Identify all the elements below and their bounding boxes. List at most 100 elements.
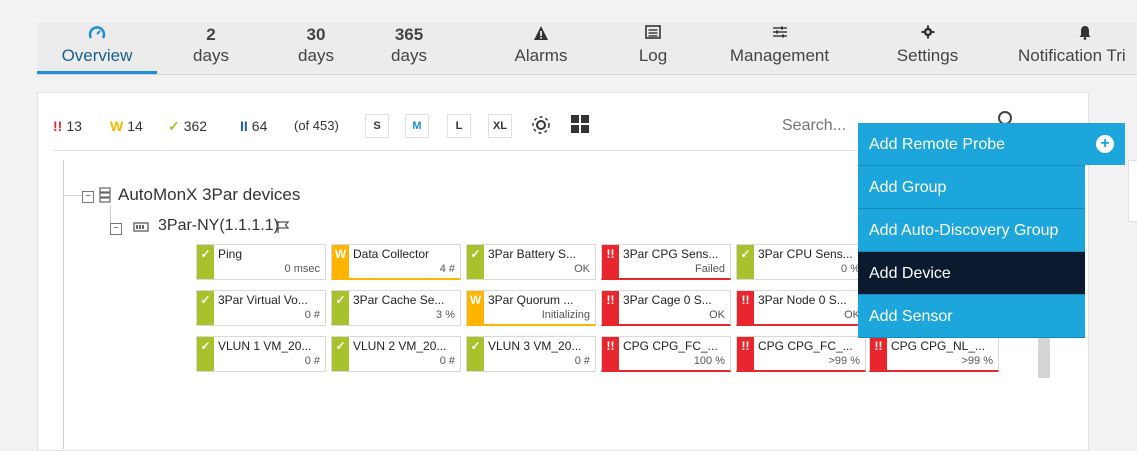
sensor-tile[interactable]: ✓ 3Par CPU Sens... 0 %: [736, 244, 866, 280]
sensor-tile[interactable]: ✓ VLUN 2 VM_20... 0 #: [331, 336, 461, 372]
sensor-value: 0 msec: [284, 263, 320, 275]
error-count-value: 13: [66, 118, 82, 134]
sensor-value: OK: [709, 309, 725, 321]
sensor-name: CPG CPG_FC_...: [758, 339, 853, 353]
sensor-name: VLUN 3 VM_20...: [488, 339, 582, 353]
tab-notification-triggers[interactable]: Notification Tri: [1010, 25, 1137, 75]
tab-log-label: Log: [638, 46, 668, 65]
size-m-button[interactable]: M: [405, 114, 429, 138]
tree-branch-device: [110, 205, 111, 223]
tab-30-days-label: days: [298, 46, 334, 65]
menu-add-remote-probe[interactable]: Add Remote Probe: [858, 123, 1085, 166]
tab-management[interactable]: Management: [722, 25, 837, 75]
total-count: (of 453): [294, 118, 339, 133]
sensor-tile[interactable]: ✓ Ping 0 msec: [196, 244, 326, 280]
add-button[interactable]: +: [1085, 123, 1125, 165]
bell-icon: [1010, 25, 1137, 45]
status-warning-icon: W: [467, 291, 484, 324]
tab-overview-label: Overview: [61, 46, 133, 65]
error-mark-icon: !!: [53, 118, 63, 134]
sensor-tile[interactable]: ✓ VLUN 3 VM_20... 0 #: [466, 336, 596, 372]
active-tab-indicator: [37, 71, 157, 74]
sensor-tile[interactable]: W Data Collector 4 #: [331, 244, 461, 280]
sensor-tile[interactable]: !! 3Par Cage 0 S... OK: [601, 290, 731, 326]
auto-size-icon[interactable]: [530, 114, 552, 136]
tab-settings[interactable]: Settings: [885, 25, 970, 75]
search-input[interactable]: [780, 114, 859, 138]
tab-log[interactable]: Log: [625, 25, 681, 75]
tab-30-days-number: 30: [306, 25, 326, 44]
sensor-tile[interactable]: ✓ 3Par Cache Se... 3 %: [331, 290, 461, 326]
grid-view-icon[interactable]: [570, 114, 592, 136]
size-l-button[interactable]: L: [447, 114, 471, 138]
flag-icon[interactable]: [276, 220, 290, 237]
sensor-value: 3 %: [436, 309, 455, 321]
status-ok-icon: ✓: [197, 245, 214, 279]
status-error-icon: !!: [737, 337, 754, 370]
sensor-value: 0 #: [304, 355, 320, 367]
sensor-name: 3Par CPU Sens...: [758, 247, 853, 261]
tab-settings-label: Settings: [896, 46, 959, 65]
error-count[interactable]: !! 13: [53, 118, 82, 134]
status-ok-icon: ✓: [197, 291, 214, 325]
sensor-name: VLUN 2 VM_20...: [353, 339, 447, 353]
paused-count[interactable]: II 64: [240, 118, 267, 134]
status-warning-icon: W: [332, 245, 349, 278]
menu-add-sensor[interactable]: Add Sensor: [858, 295, 1085, 338]
sensor-tile[interactable]: ✓ 3Par Virtual Vo... 0 #: [196, 290, 326, 326]
right-panel-edge: [1128, 160, 1137, 222]
paused-count-value: 64: [251, 118, 268, 134]
menu-add-group[interactable]: Add Group: [858, 166, 1085, 209]
tab-2-days[interactable]: 2 days: [172, 25, 250, 75]
sensor-name: 3Par Node 0 S...: [758, 293, 847, 307]
tab-30-days[interactable]: 30 days: [277, 25, 355, 75]
sensor-value: 4 #: [439, 263, 455, 275]
sensor-tile[interactable]: !! 3Par Node 0 S... OK: [736, 290, 866, 326]
tab-alarms[interactable]: Alarms: [500, 25, 582, 75]
size-xl-button[interactable]: XL: [488, 114, 512, 138]
sensor-tile[interactable]: !! CPG CPG_FC_... >99 %: [736, 336, 866, 372]
warning-count[interactable]: W 14: [110, 118, 143, 134]
sensor-name: Ping: [218, 247, 243, 261]
tab-management-label: Management: [729, 46, 830, 65]
log-icon: [625, 25, 681, 45]
ok-count[interactable]: ✓ 362: [168, 118, 207, 135]
plus-icon: +: [1096, 135, 1114, 153]
collapse-device-icon[interactable]: −: [110, 223, 122, 235]
group-name[interactable]: AutoMonX 3Par devices: [118, 185, 300, 205]
alert-icon: [500, 25, 582, 45]
sensor-tile[interactable]: W 3Par Quorum ... Initializing: [466, 290, 596, 326]
sensor-value: 0 #: [574, 355, 590, 367]
sensor-name: VLUN 1 VM_20...: [218, 339, 312, 353]
status-ok-icon: ✓: [197, 337, 214, 371]
scrollbar-thumb[interactable]: [1038, 336, 1050, 378]
menu-add-device[interactable]: Add Device: [858, 252, 1085, 295]
sensor-tile[interactable]: !! CPG CPG_NL_... >99 %: [869, 336, 999, 372]
sensor-value: 100 %: [693, 355, 725, 367]
sensor-value: Failed: [695, 263, 725, 275]
tab-365-days-label: days: [391, 46, 427, 65]
size-s-button[interactable]: S: [365, 114, 389, 138]
sensor-tile[interactable]: !! CPG CPG_FC_... 100 %: [601, 336, 731, 372]
tab-notification-triggers-label: Notification Tri: [1018, 46, 1126, 65]
tree-line: [63, 160, 64, 449]
warning-mark-icon: W: [110, 118, 124, 134]
sensor-name: 3Par CPG Sens...: [623, 247, 719, 261]
tab-overview[interactable]: Overview: [52, 25, 142, 75]
sensor-name: 3Par Cage 0 S...: [623, 293, 712, 307]
group-icon: [98, 187, 112, 206]
sensor-value: Initializing: [541, 309, 590, 321]
tab-365-days[interactable]: 365 days: [370, 25, 448, 75]
sensor-tile[interactable]: !! 3Par CPG Sens... Failed: [601, 244, 731, 280]
device-name[interactable]: 3Par-NY(1.1.1.1): [158, 217, 279, 235]
sensor-tile[interactable]: ✓ VLUN 1 VM_20... 0 #: [196, 336, 326, 372]
tab-365-days-number: 365: [394, 25, 424, 44]
tab-2-days-label: days: [193, 46, 229, 65]
gauge-icon: [52, 25, 142, 45]
collapse-group-icon[interactable]: −: [82, 191, 94, 203]
sensor-name: Data Collector: [353, 247, 430, 261]
sensor-name: CPG CPG_NL_...: [891, 339, 986, 353]
sensor-tile[interactable]: ✓ 3Par Battery S... OK: [466, 244, 596, 280]
sensor-value: >99 %: [828, 355, 861, 367]
menu-add-auto-discovery-group[interactable]: Add Auto-Discovery Group: [858, 209, 1085, 252]
